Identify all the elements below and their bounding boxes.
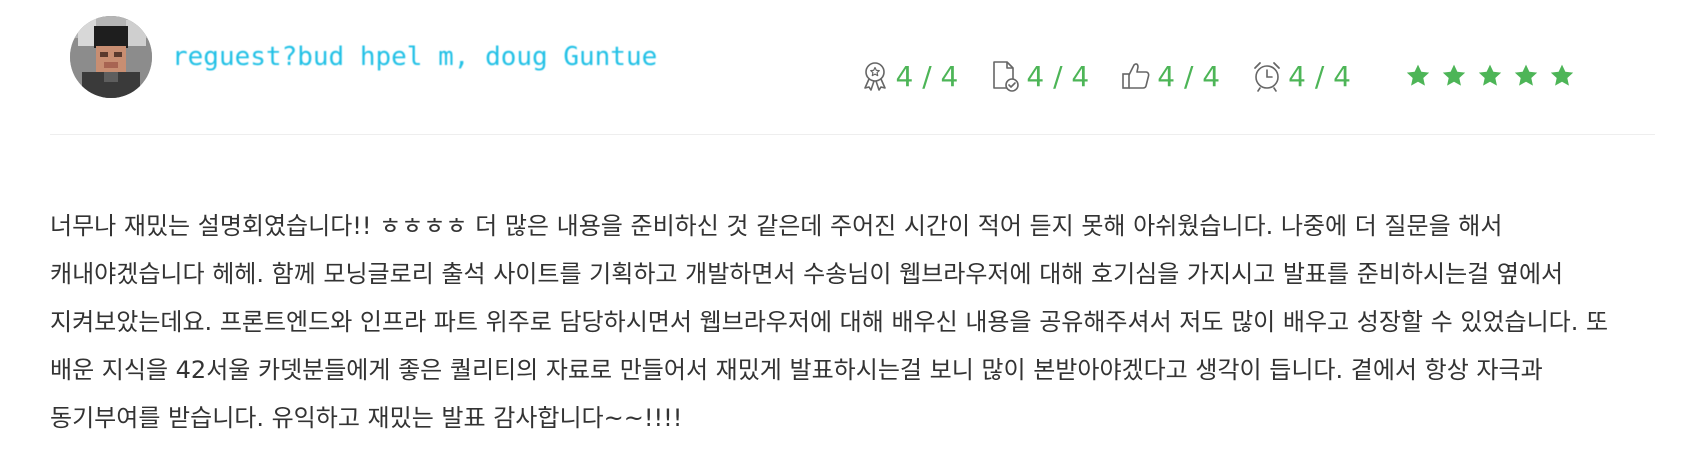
metric-document-value: 4 / 4 (1026, 59, 1090, 93)
metric-award: 4 / 4 (860, 59, 959, 93)
review-text: 너무나 재밌는 설명회였습니다!! ㅎㅎㅎㅎ 더 많은 내용을 준비하신 것 같… (50, 212, 1609, 432)
avatar[interactable] (70, 16, 152, 98)
star-icon (1550, 64, 1574, 86)
star-icon (1406, 64, 1430, 86)
metric-clock-value: 4 / 4 (1288, 59, 1351, 93)
review-metrics: 4 / 4 4 / 4 4 / 4 4 / 4 (860, 52, 1576, 100)
reviewer-name[interactable]: reguest?bud hpel m, doug Guntue (172, 42, 657, 72)
star-icon (1514, 64, 1538, 86)
star-rating (1395, 63, 1575, 89)
alarm-clock-icon (1254, 62, 1281, 92)
metric-clock: 4 / 4 (1252, 60, 1351, 93)
metric-document: 4 / 4 (990, 60, 1089, 93)
award-ribbon-icon (863, 62, 886, 91)
metric-thumbs-value: 4 / 4 (1157, 59, 1221, 93)
metric-thumbs: 4 / 4 (1121, 60, 1220, 93)
review-header: reguest?bud hpel m, doug Guntue 4 / 4 4 … (50, 0, 1655, 135)
review-card: reguest?bud hpel m, doug Guntue 4 / 4 4 … (0, 0, 1688, 468)
metric-award-value: 4 / 4 (895, 59, 959, 93)
star-icon (1442, 64, 1466, 86)
star-icon (1478, 64, 1502, 86)
avatar-image (70, 16, 152, 98)
thumbs-up-icon (1122, 63, 1150, 89)
document-check-icon (993, 61, 1020, 92)
